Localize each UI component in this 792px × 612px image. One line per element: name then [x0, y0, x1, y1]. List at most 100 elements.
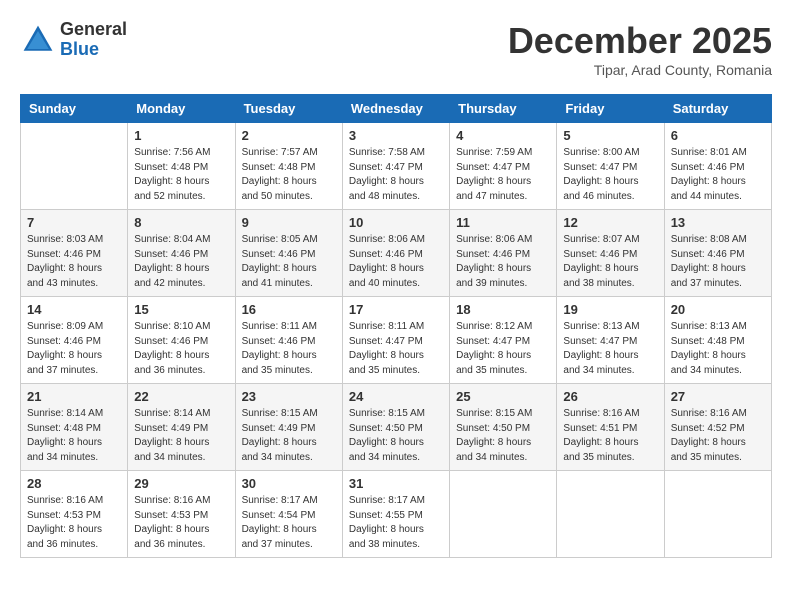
day-info: Sunrise: 8:11 AM Sunset: 4:46 PM Dayligh…: [242, 320, 336, 378]
calendar-day-cell: 21 Sunrise: 8:14 AM Sunset: 4:48 PM Dayli…: [21, 384, 128, 471]
logo-icon: [20, 22, 56, 58]
calendar-day-cell: [450, 471, 557, 558]
day-info: Sunrise: 8:09 AM Sunset: 4:46 PM Dayligh…: [27, 320, 121, 378]
day-number: 25: [456, 389, 550, 404]
calendar-day-cell: [21, 123, 128, 210]
logo-general-text: General: [60, 20, 127, 40]
day-number: 10: [349, 215, 443, 230]
day-info: Sunrise: 7:58 AM Sunset: 4:47 PM Dayligh…: [349, 146, 443, 204]
day-number: 28: [27, 476, 121, 491]
calendar-day-cell: 5 Sunrise: 8:00 AM Sunset: 4:47 PM Daylig…: [557, 123, 664, 210]
calendar-week-row: 21 Sunrise: 8:14 AM Sunset: 4:48 PM Dayli…: [21, 384, 772, 471]
day-number: 26: [563, 389, 657, 404]
day-info: Sunrise: 8:16 AM Sunset: 4:51 PM Dayligh…: [563, 407, 657, 465]
day-info: Sunrise: 8:06 AM Sunset: 4:46 PM Dayligh…: [456, 233, 550, 291]
calendar-day-cell: [557, 471, 664, 558]
day-number: 30: [242, 476, 336, 491]
month-title: December 2025: [508, 20, 772, 62]
day-of-week-header: Wednesday: [342, 95, 449, 123]
day-info: Sunrise: 8:00 AM Sunset: 4:47 PM Dayligh…: [563, 146, 657, 204]
day-info: Sunrise: 8:12 AM Sunset: 4:47 PM Dayligh…: [456, 320, 550, 378]
day-info: Sunrise: 8:14 AM Sunset: 4:48 PM Dayligh…: [27, 407, 121, 465]
day-info: Sunrise: 7:59 AM Sunset: 4:47 PM Dayligh…: [456, 146, 550, 204]
calendar-day-cell: 28 Sunrise: 8:16 AM Sunset: 4:53 PM Dayli…: [21, 471, 128, 558]
calendar-week-row: 7Sunrise: 8:03 AM Sunset: 4:46 PM Daylig…: [21, 210, 772, 297]
day-number: 11: [456, 215, 550, 230]
day-info: Sunrise: 8:17 AM Sunset: 4:55 PM Dayligh…: [349, 494, 443, 552]
calendar-day-cell: 7Sunrise: 8:03 AM Sunset: 4:46 PM Daylig…: [21, 210, 128, 297]
calendar-day-cell: 23Sunrise: 8:15 AM Sunset: 4:49 PM Dayli…: [235, 384, 342, 471]
day-info: Sunrise: 7:57 AM Sunset: 4:48 PM Dayligh…: [242, 146, 336, 204]
location: Tipar, Arad County, Romania: [508, 62, 772, 78]
day-of-week-header: Saturday: [664, 95, 771, 123]
day-info: Sunrise: 8:16 AM Sunset: 4:52 PM Dayligh…: [671, 407, 765, 465]
day-info: Sunrise: 8:16 AM Sunset: 4:53 PM Dayligh…: [134, 494, 228, 552]
calendar-day-cell: 10 Sunrise: 8:06 AM Sunset: 4:46 PM Dayli…: [342, 210, 449, 297]
day-number: 9: [242, 215, 336, 230]
calendar-day-cell: 8 Sunrise: 8:04 AM Sunset: 4:46 PM Daylig…: [128, 210, 235, 297]
day-number: 22: [134, 389, 228, 404]
calendar-day-cell: 16 Sunrise: 8:11 AM Sunset: 4:46 PM Dayli…: [235, 297, 342, 384]
day-info: Sunrise: 8:04 AM Sunset: 4:46 PM Dayligh…: [134, 233, 228, 291]
calendar-header-row: SundayMondayTuesdayWednesdayThursdayFrid…: [21, 95, 772, 123]
day-number: 13: [671, 215, 765, 230]
calendar-day-cell: 14 Sunrise: 8:09 AM Sunset: 4:46 PM Dayli…: [21, 297, 128, 384]
calendar-day-cell: 1 Sunrise: 7:56 AM Sunset: 4:48 PM Daylig…: [128, 123, 235, 210]
day-of-week-header: Friday: [557, 95, 664, 123]
calendar-day-cell: 6 Sunrise: 8:01 AM Sunset: 4:46 PM Daylig…: [664, 123, 771, 210]
day-number: 1: [134, 128, 228, 143]
day-number: 4: [456, 128, 550, 143]
day-of-week-header: Thursday: [450, 95, 557, 123]
calendar-day-cell: 24 Sunrise: 8:15 AM Sunset: 4:50 PM Dayli…: [342, 384, 449, 471]
day-info: Sunrise: 8:13 AM Sunset: 4:48 PM Dayligh…: [671, 320, 765, 378]
title-area: December 2025 Tipar, Arad County, Romani…: [508, 20, 772, 78]
calendar-day-cell: 18 Sunrise: 8:12 AM Sunset: 4:47 PM Dayli…: [450, 297, 557, 384]
day-number: 17: [349, 302, 443, 317]
calendar-day-cell: [664, 471, 771, 558]
page-header: General Blue December 2025 Tipar, Arad C…: [20, 20, 772, 78]
day-number: 6: [671, 128, 765, 143]
day-info: Sunrise: 8:08 AM Sunset: 4:46 PM Dayligh…: [671, 233, 765, 291]
day-number: 21: [27, 389, 121, 404]
day-info: Sunrise: 8:07 AM Sunset: 4:46 PM Dayligh…: [563, 233, 657, 291]
calendar-day-cell: 12Sunrise: 8:07 AM Sunset: 4:46 PM Dayli…: [557, 210, 664, 297]
calendar-day-cell: 13 Sunrise: 8:08 AM Sunset: 4:46 PM Dayli…: [664, 210, 771, 297]
day-number: 15: [134, 302, 228, 317]
day-info: Sunrise: 8:15 AM Sunset: 4:49 PM Dayligh…: [242, 407, 336, 465]
day-of-week-header: Tuesday: [235, 95, 342, 123]
calendar-day-cell: 25 Sunrise: 8:15 AM Sunset: 4:50 PM Dayli…: [450, 384, 557, 471]
calendar-day-cell: 19Sunrise: 8:13 AM Sunset: 4:47 PM Dayli…: [557, 297, 664, 384]
day-info: Sunrise: 8:06 AM Sunset: 4:46 PM Dayligh…: [349, 233, 443, 291]
day-number: 8: [134, 215, 228, 230]
calendar-day-cell: 11 Sunrise: 8:06 AM Sunset: 4:46 PM Dayli…: [450, 210, 557, 297]
calendar-day-cell: 3 Sunrise: 7:58 AM Sunset: 4:47 PM Daylig…: [342, 123, 449, 210]
day-info: Sunrise: 8:16 AM Sunset: 4:53 PM Dayligh…: [27, 494, 121, 552]
day-number: 3: [349, 128, 443, 143]
day-of-week-header: Monday: [128, 95, 235, 123]
day-number: 14: [27, 302, 121, 317]
calendar-table: SundayMondayTuesdayWednesdayThursdayFrid…: [20, 94, 772, 558]
day-number: 19: [563, 302, 657, 317]
day-number: 18: [456, 302, 550, 317]
day-info: Sunrise: 8:15 AM Sunset: 4:50 PM Dayligh…: [349, 407, 443, 465]
calendar-day-cell: 22 Sunrise: 8:14 AM Sunset: 4:49 PM Dayli…: [128, 384, 235, 471]
day-number: 27: [671, 389, 765, 404]
day-number: 16: [242, 302, 336, 317]
logo: General Blue: [20, 20, 127, 60]
calendar-day-cell: 29Sunrise: 8:16 AM Sunset: 4:53 PM Dayli…: [128, 471, 235, 558]
calendar-day-cell: 30 Sunrise: 8:17 AM Sunset: 4:54 PM Dayli…: [235, 471, 342, 558]
day-info: Sunrise: 8:01 AM Sunset: 4:46 PM Dayligh…: [671, 146, 765, 204]
day-number: 7: [27, 215, 121, 230]
calendar-day-cell: 31Sunrise: 8:17 AM Sunset: 4:55 PM Dayli…: [342, 471, 449, 558]
calendar-day-cell: 20Sunrise: 8:13 AM Sunset: 4:48 PM Dayli…: [664, 297, 771, 384]
day-info: Sunrise: 8:17 AM Sunset: 4:54 PM Dayligh…: [242, 494, 336, 552]
logo-blue-text: Blue: [60, 40, 127, 60]
calendar-day-cell: 27 Sunrise: 8:16 AM Sunset: 4:52 PM Dayli…: [664, 384, 771, 471]
day-info: Sunrise: 8:15 AM Sunset: 4:50 PM Dayligh…: [456, 407, 550, 465]
day-info: Sunrise: 7:56 AM Sunset: 4:48 PM Dayligh…: [134, 146, 228, 204]
day-number: 24: [349, 389, 443, 404]
calendar-day-cell: 2Sunrise: 7:57 AM Sunset: 4:48 PM Daylig…: [235, 123, 342, 210]
day-number: 5: [563, 128, 657, 143]
day-info: Sunrise: 8:14 AM Sunset: 4:49 PM Dayligh…: [134, 407, 228, 465]
calendar-day-cell: 9Sunrise: 8:05 AM Sunset: 4:46 PM Daylig…: [235, 210, 342, 297]
